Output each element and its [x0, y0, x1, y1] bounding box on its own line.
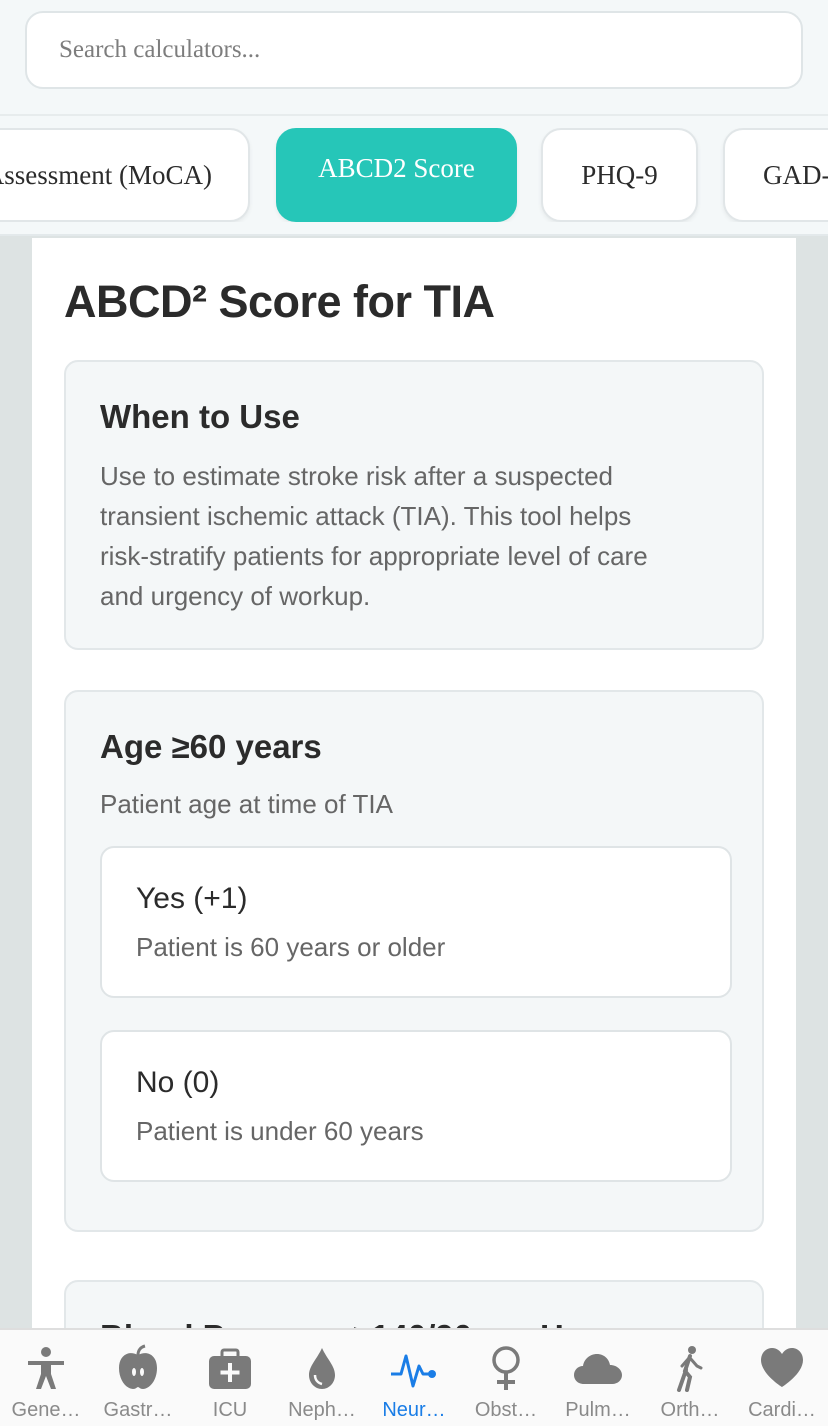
when-to-use-line: Use to estimate stroke risk after a susp…	[100, 461, 613, 491]
heart-icon	[761, 1348, 803, 1387]
age-title: Age ≥60 years	[100, 728, 322, 765]
tab-label: PHQ-9	[581, 159, 658, 190]
top-bar: Search calculators... Assessment (MoCA) …	[0, 0, 828, 236]
search-placeholder: Search calculators...	[59, 36, 261, 63]
nav-label: Orth…	[660, 1399, 720, 1421]
cloud-icon	[574, 1354, 622, 1384]
drop-icon	[309, 1348, 335, 1389]
nav-label: Obst…	[474, 1399, 538, 1421]
nav-item-gastro[interactable]: Gastr…	[92, 1330, 184, 1426]
age-criterion-box: Age ≥60 years Patient age at time of TIA…	[64, 690, 764, 1232]
nav-item-general[interactable]: Gene…	[0, 1330, 92, 1426]
calculator-card: ABCD² Score for TIA When to Use Use to e…	[32, 238, 796, 1400]
option-label: Yes (+1)	[136, 882, 248, 915]
tab-abcd2-score[interactable]: ABCD2 Score	[276, 128, 517, 222]
when-to-use-line: transient ischemic attack (TIA). This to…	[100, 501, 632, 531]
divider	[0, 114, 828, 116]
when-to-use-line: and urgency of workup.	[100, 581, 371, 611]
stomach-icon	[119, 1344, 157, 1389]
female-icon	[492, 1346, 520, 1390]
walking-icon	[677, 1346, 703, 1392]
nav-label: Cardi…	[748, 1399, 816, 1421]
pulse-icon	[391, 1354, 436, 1388]
person-icon	[28, 1347, 64, 1389]
nav-item-orthopedics[interactable]: Orth…	[644, 1330, 736, 1426]
option-description: Patient is 60 years or older	[136, 932, 446, 962]
nav-label: Pulm…	[565, 1399, 631, 1421]
nav-item-obstetrics[interactable]: Obst…	[460, 1330, 552, 1426]
age-option-yes[interactable]: Yes (+1) Patient is 60 years or older	[100, 846, 732, 998]
age-option-no[interactable]: No (0) Patient is under 60 years	[100, 1030, 732, 1182]
search-input[interactable]: Search calculators...	[25, 11, 803, 89]
option-label: No (0)	[136, 1066, 220, 1099]
medical-kit-icon	[209, 1348, 251, 1389]
tab-moca[interactable]: Assessment (MoCA)	[0, 128, 250, 222]
when-to-use-box: When to Use Use to estimate stroke risk …	[64, 360, 764, 650]
page-title: ABCD² Score for TIA	[64, 276, 495, 327]
nav-label: Gene…	[11, 1399, 81, 1421]
nav-item-neurology[interactable]: Neur…	[368, 1330, 460, 1426]
bottom-navigation: Gene… Gastr… ICU Neph… Neur… Obst… Pulm……	[0, 1328, 828, 1426]
tab-label: Assessment (MoCA)	[0, 159, 212, 190]
when-to-use-line: risk-stratify patients for appropriate l…	[100, 541, 648, 571]
option-description: Patient is under 60 years	[136, 1116, 424, 1146]
nav-item-icu[interactable]: ICU	[184, 1330, 276, 1426]
tab-label: GAD-7	[763, 159, 828, 190]
nav-label: Gastr…	[103, 1399, 173, 1421]
nav-item-pulmonology[interactable]: Pulm…	[552, 1330, 644, 1426]
age-subtitle: Patient age at time of TIA	[100, 789, 393, 819]
nav-item-cardiology[interactable]: Cardi…	[736, 1330, 828, 1426]
nav-label: ICU	[212, 1399, 248, 1421]
nav-label: Neph…	[288, 1399, 356, 1421]
tab-phq9[interactable]: PHQ-9	[541, 128, 698, 222]
nav-label: Neur…	[382, 1399, 446, 1421]
calculator-tabs: Assessment (MoCA) ABCD2 Score PHQ-9 GAD-…	[0, 128, 828, 222]
nav-item-nephrology[interactable]: Neph…	[276, 1330, 368, 1426]
tab-gad7[interactable]: GAD-7	[723, 128, 828, 222]
when-to-use-title: When to Use	[100, 398, 300, 435]
tab-label: ABCD2 Score	[318, 152, 475, 183]
